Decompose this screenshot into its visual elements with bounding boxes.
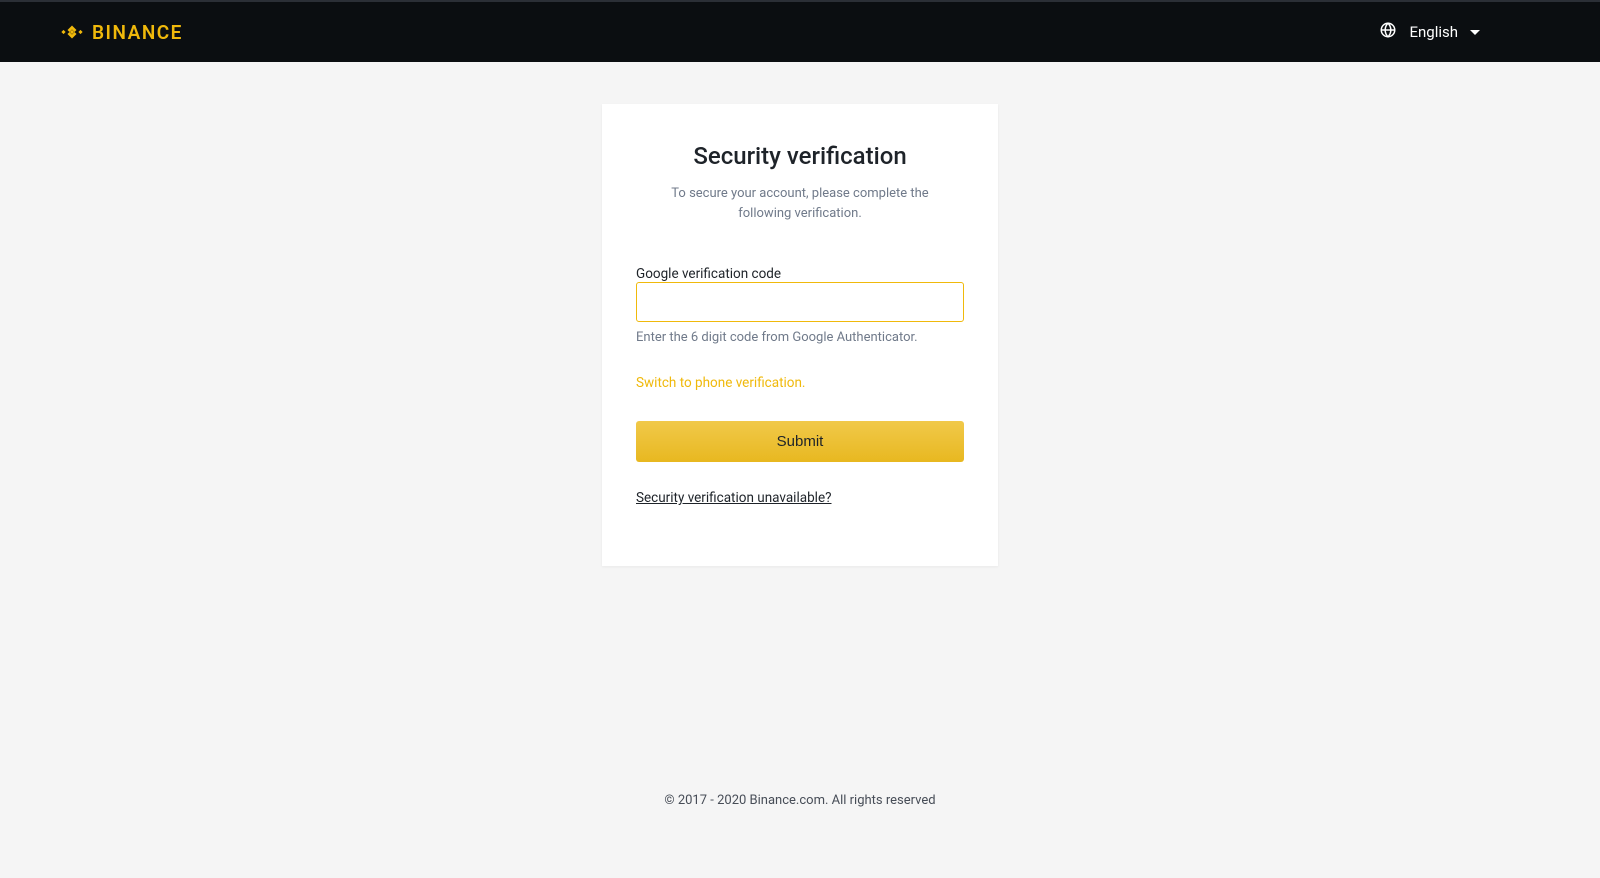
code-hint: Enter the 6 digit code from Google Authe… (636, 330, 964, 345)
brand-logo[interactable]: BINANCE (60, 20, 183, 44)
language-label: English (1409, 23, 1458, 41)
verification-code-input[interactable] (636, 282, 964, 322)
brand-name: BINANCE (92, 21, 183, 44)
verification-card: Security verification To secure your acc… (602, 104, 998, 566)
code-field-label: Google verification code (636, 266, 781, 282)
switch-phone-link[interactable]: Switch to phone verification. (636, 375, 964, 391)
language-selector[interactable]: English (1379, 21, 1540, 43)
card-subtitle: To secure your account, please complete … (636, 184, 964, 223)
submit-button[interactable]: Submit (636, 421, 964, 462)
chevron-down-icon (1470, 23, 1480, 42)
footer: © 2017 - 2020 Binance.com. All rights re… (0, 793, 1600, 808)
unavailable-link[interactable]: Security verification unavailable? (636, 490, 832, 506)
globe-icon (1379, 21, 1397, 43)
header: BINANCE English (0, 0, 1600, 62)
main-content: Security verification To secure your acc… (0, 62, 1600, 566)
card-title: Security verification (636, 142, 964, 170)
binance-logo-icon (60, 20, 84, 44)
copyright-text: © 2017 - 2020 Binance.com. All rights re… (664, 793, 935, 808)
